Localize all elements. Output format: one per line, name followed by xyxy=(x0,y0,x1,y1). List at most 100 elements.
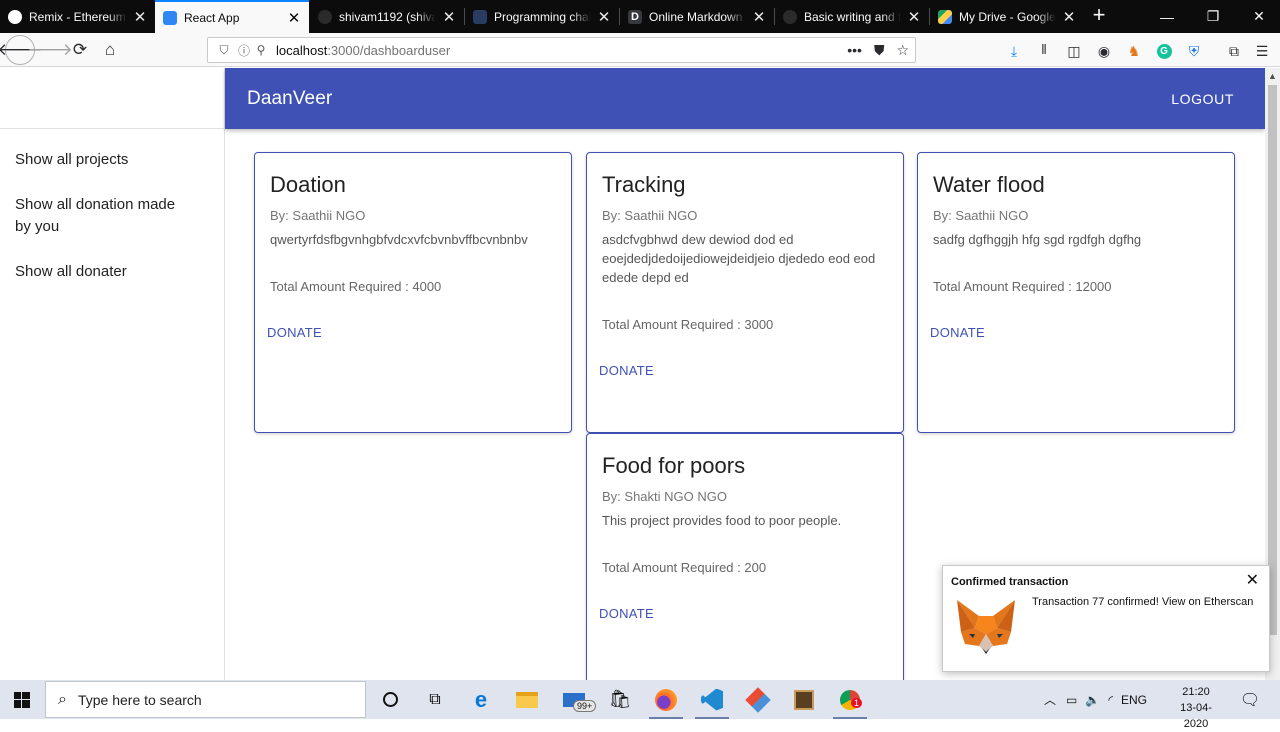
pocket-icon[interactable]: ⛊ xyxy=(874,42,885,59)
donate-button[interactable]: DONATE xyxy=(930,325,985,340)
close-icon[interactable]: ✕ xyxy=(131,8,149,26)
clock-time: 21:20 xyxy=(1182,686,1210,698)
tab-title: My Drive - Google Drive xyxy=(959,9,1056,24)
close-window-button[interactable]: ✕ xyxy=(1236,0,1280,33)
file-explorer-icon[interactable] xyxy=(504,680,550,719)
close-icon[interactable]: ✕ xyxy=(750,8,768,26)
react-icon xyxy=(163,10,177,25)
sidebar-item-my-donations[interactable]: Show all donation made by you xyxy=(0,194,205,238)
clock-date: 13-04-2020 xyxy=(1180,702,1212,730)
home-button[interactable]: ⌂ xyxy=(96,36,124,64)
library-icon[interactable]: 𝍪 xyxy=(1034,41,1054,61)
tab-title: Basic writing and formatting xyxy=(804,9,901,24)
metamask-fox-icon[interactable]: ♞ xyxy=(1124,41,1144,61)
project-description: qwertyrfdsfbgvnhgbfvdcxvfcbvnbvffbcvnbnb… xyxy=(270,232,528,247)
tab-programming[interactable]: Programming challenges ✕ xyxy=(465,0,619,33)
shield-icon[interactable]: ⛉ xyxy=(214,43,234,58)
chevron-up-icon[interactable]: ︿ xyxy=(1044,691,1056,708)
project-owner: By: Saathii NGO xyxy=(933,208,1029,223)
chrome-icon[interactable]: 1 xyxy=(827,680,873,719)
logout-button[interactable]: LOGOUT xyxy=(1171,91,1234,107)
donate-button[interactable]: DONATE xyxy=(599,363,654,378)
more-actions-icon[interactable]: ••• xyxy=(847,42,862,58)
volume-icon[interactable]: 🔈 xyxy=(1085,693,1100,707)
cortana-icon[interactable] xyxy=(367,680,413,719)
donate-button[interactable]: DONATE xyxy=(267,325,322,340)
project-card: Tracking By: Saathii NGO asdcfvgbhwd dew… xyxy=(586,152,904,433)
notification-message[interactable]: Transaction 77 confirmed! View on Ethers… xyxy=(1032,596,1262,608)
notification-center-icon[interactable]: 🗨 xyxy=(1232,680,1268,719)
project-description: asdcfvgbhwd dew dewiod dod ed eoejdedjde… xyxy=(602,232,876,285)
project-amount: Total Amount Required : 4000 xyxy=(270,279,442,294)
tab-github[interactable]: shivam1192 (shivam) ✕ xyxy=(310,0,464,33)
taskbar-search-input[interactable]: ⌕ Type here to search xyxy=(45,681,366,718)
project-amount: Total Amount Required : 200 xyxy=(602,560,767,575)
project-owner: By: Saathii NGO xyxy=(602,208,698,223)
donate-button[interactable]: DONATE xyxy=(599,606,654,621)
google-drive-icon xyxy=(938,9,952,24)
project-amount: Total Amount Required : 3000 xyxy=(602,317,774,332)
close-icon[interactable]: ✕ xyxy=(595,8,613,26)
navigation-bar: 🡐 🡒 ⟳ ⌂ ⛉ ⓘ ⚲ localhost:3000/dashboardus… xyxy=(0,33,1280,67)
sidebar-header xyxy=(0,68,224,129)
tab-title: Online Markdown Editor xyxy=(649,9,746,24)
sidebar-item-all-donaters[interactable]: Show all donater xyxy=(0,261,224,283)
battery-icon[interactable]: ▭ xyxy=(1066,693,1077,707)
extensions-icon[interactable]: ⧉ xyxy=(1224,41,1244,61)
transaction-notification[interactable]: Confirmed transaction ✕ Transaction 77 c… xyxy=(942,565,1270,672)
search-placeholder: Type here to search xyxy=(77,691,202,708)
url-bar[interactable]: ⛉ ⓘ ⚲ localhost:3000/dashboarduser ••• ⛊… xyxy=(207,37,916,63)
dillinger-icon: D xyxy=(628,9,642,24)
firefox-icon[interactable] xyxy=(643,680,689,719)
minimize-button[interactable]: — xyxy=(1144,0,1190,33)
bookmark-star-icon[interactable]: ☆ xyxy=(896,42,909,59)
vscode-icon[interactable] xyxy=(689,680,735,719)
task-view-icon[interactable]: ⧉ xyxy=(412,680,458,719)
restore-button[interactable]: ❐ xyxy=(1190,0,1236,33)
tab-title: shivam1192 (shivam) xyxy=(339,9,436,24)
store-icon[interactable]: 🛍 xyxy=(597,680,643,719)
close-icon[interactable]: ✕ xyxy=(285,9,303,27)
reload-button[interactable]: ⟳ xyxy=(66,36,94,64)
sidebar-item-all-projects[interactable]: Show all projects xyxy=(0,149,224,171)
project-title: Doation xyxy=(270,172,346,197)
permissions-icon[interactable]: ⚲ xyxy=(254,43,268,57)
project-description: This project provides food to poor peopl… xyxy=(602,513,842,528)
tab-basic-writing[interactable]: Basic writing and formatting ✕ xyxy=(775,0,929,33)
tab-react-app[interactable]: React App ✕ xyxy=(155,0,309,33)
wifi-icon[interactable]: ◜ xyxy=(1108,693,1113,707)
mail-icon[interactable]: 99+ xyxy=(551,680,597,719)
archive-app-icon[interactable] xyxy=(781,680,827,719)
sidebar-icon[interactable]: ◫ xyxy=(1064,41,1084,61)
info-icon[interactable]: ⓘ xyxy=(234,42,254,59)
project-description: sadfg dgfhggjh hfg sgd rgdfgh dgfhg xyxy=(933,232,1142,247)
extension-shield-icon[interactable]: ⛨ xyxy=(1184,41,1204,61)
close-icon[interactable]: ✕ xyxy=(1060,8,1078,26)
url-text: localhost:3000/dashboarduser xyxy=(276,43,450,58)
sourcetree-icon[interactable] xyxy=(735,680,781,719)
windows-start-button[interactable] xyxy=(0,680,44,719)
tab-markdown[interactable]: D Online Markdown Editor ✕ xyxy=(620,0,774,33)
close-icon[interactable]: ✕ xyxy=(905,8,923,26)
project-title: Food for poors xyxy=(602,453,746,478)
menu-icon[interactable]: ☰ xyxy=(1252,41,1272,61)
project-title: Tracking xyxy=(602,172,686,197)
tab-remix[interactable]: Remix - Ethereum IDE ✕ xyxy=(0,0,155,33)
new-tab-button[interactable]: + xyxy=(1087,4,1111,28)
language-indicator[interactable]: ENG xyxy=(1121,693,1147,707)
project-amount: Total Amount Required : 12000 xyxy=(933,279,1112,294)
edge-icon[interactable]: e xyxy=(458,680,504,719)
tab-google-drive[interactable]: My Drive - Google Drive ✕ xyxy=(930,0,1084,33)
mail-badge: 99+ xyxy=(573,700,597,712)
grammarly-icon[interactable]: G xyxy=(1154,41,1174,61)
close-icon[interactable]: ✕ xyxy=(1246,570,1259,590)
taskbar-clock[interactable]: 21:20 13-04-2020 xyxy=(1168,684,1224,732)
system-tray: ︿ ▭ 🔈 ◜ ENG xyxy=(1044,680,1147,719)
scroll-up-arrow-icon[interactable]: ▲ xyxy=(1268,71,1277,81)
downloads-icon[interactable]: ⤓ xyxy=(1004,41,1024,61)
account-icon[interactable]: ◉ xyxy=(1094,41,1114,61)
scroll-thumb[interactable] xyxy=(1268,85,1277,635)
close-icon[interactable]: ✕ xyxy=(440,8,458,26)
forward-button[interactable]: 🡒 xyxy=(27,36,73,64)
notification-title: Confirmed transaction xyxy=(951,576,1069,588)
